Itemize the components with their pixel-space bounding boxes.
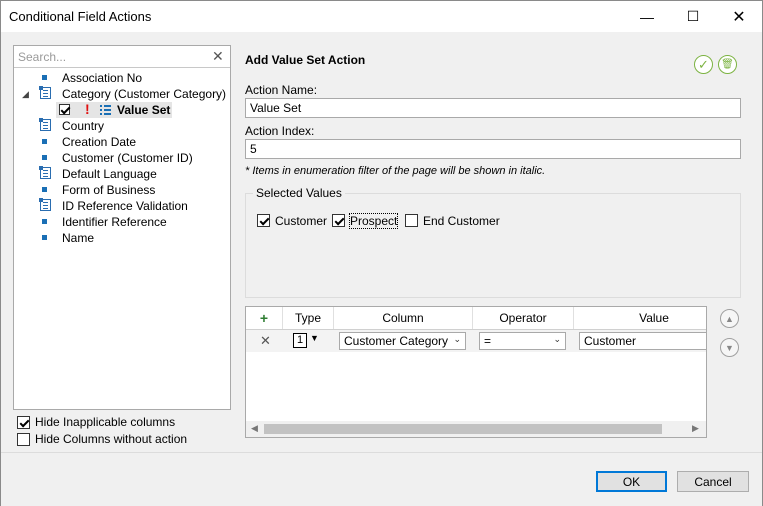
bullet-icon — [42, 139, 47, 144]
type-dropdown-icon[interactable]: ▼ — [310, 333, 319, 343]
warning-icon: ! — [85, 101, 90, 117]
chevron-down-icon: ⌄ — [453, 334, 461, 344]
hide-without-action-label: Hide Columns without action — [35, 432, 188, 446]
tree-item-id-reference-validation[interactable]: ID Reference Validation — [14, 198, 230, 214]
end-customer-checkbox[interactable] — [405, 214, 418, 227]
bullet-icon — [42, 75, 47, 80]
action-name-input[interactable] — [245, 98, 741, 118]
action-index-label: Action Index: — [245, 124, 315, 138]
scrollbar-thumb[interactable] — [264, 424, 662, 434]
tree-item-country[interactable]: Country — [14, 118, 230, 134]
table-row: ✕ 1 ▼ Customer Category ⌄ = ⌄ Customer — [246, 330, 706, 355]
tree-item-value-set[interactable]: ! Value Set — [56, 101, 172, 118]
list-field-icon — [39, 86, 51, 99]
chevron-down-icon: ⌄ — [553, 334, 561, 344]
selected-values-group — [245, 193, 741, 298]
column-column-header: Column — [334, 307, 473, 329]
tree-item-category[interactable]: ◢ Category (Customer Category) — [14, 86, 230, 102]
search-box: ✕ — [14, 46, 230, 68]
search-input[interactable] — [16, 48, 210, 66]
scroll-right-icon[interactable]: ▶ — [692, 423, 699, 434]
cancel-button[interactable]: Cancel — [677, 471, 749, 492]
button-bar: OK Cancel — [1, 452, 762, 506]
tree-item-label: Customer (Customer ID) — [62, 151, 193, 165]
tree-item-label: Association No — [62, 71, 143, 85]
operator-column-header: Operator — [473, 307, 574, 329]
panel-title: Add Value Set Action — [245, 53, 366, 67]
tree-item-label: Name — [62, 231, 95, 245]
tree-item-label: Identifier Reference — [62, 215, 167, 229]
action-name-label: Action Name: — [245, 83, 318, 97]
customer-checkbox[interactable] — [257, 214, 270, 227]
horizontal-scrollbar[interactable]: ◀ ▶ — [246, 421, 706, 437]
move-up-icon[interactable]: ▲ — [720, 309, 739, 328]
end-customer-label: End Customer — [423, 214, 500, 228]
list-field-icon — [39, 166, 51, 179]
clear-search-icon[interactable]: ✕ — [212, 48, 224, 65]
list-field-icon — [39, 198, 51, 211]
tree-item-creation-date[interactable]: Creation Date — [14, 134, 230, 150]
tree-item-label: Default Language — [62, 167, 157, 181]
field-tree-panel: ✕ Association No ◢ Category (Customer Ca… — [13, 45, 231, 410]
operator-select[interactable]: = ⌄ — [479, 332, 566, 350]
window-title: Conditional Field Actions — [9, 9, 152, 24]
expand-arrow-icon[interactable]: ◢ — [22, 86, 29, 102]
tree-item-form-of-business[interactable]: Form of Business — [14, 182, 230, 198]
value-set-checkbox[interactable] — [59, 104, 70, 115]
tree-item-identifier-reference[interactable]: Identifier Reference — [14, 214, 230, 230]
hide-without-action-checkbox[interactable] — [17, 433, 30, 446]
hide-inapplicable-checkbox[interactable] — [17, 416, 30, 429]
hide-inapplicable-label: Hide Inapplicable columns — [35, 415, 176, 429]
type-value[interactable]: 1 — [293, 333, 307, 348]
grid-header: + Type Column Operator Value — [246, 307, 706, 330]
tree-item-default-language[interactable]: Default Language — [14, 166, 230, 182]
tree-item-label: Category (Customer Category) — [62, 87, 227, 101]
move-down-icon[interactable]: ▼ — [720, 338, 739, 357]
bullet-icon — [42, 187, 47, 192]
tree-item-label: Value Set — [117, 103, 171, 117]
confirm-icon[interactable]: ✓ — [694, 55, 713, 74]
tree-item-customer[interactable]: Customer (Customer ID) — [14, 150, 230, 166]
tree-item-label: Country — [62, 119, 105, 133]
value-input-text: Customer — [584, 334, 637, 348]
selected-values-label: Selected Values — [253, 186, 345, 200]
italic-note: * Items in enumeration filter of the pag… — [245, 165, 546, 177]
action-index-input[interactable] — [245, 139, 741, 159]
customer-label: Customer — [275, 214, 328, 228]
dialog-body: ✕ Association No ◢ Category (Customer Ca… — [1, 32, 762, 452]
value-input[interactable]: Customer — [579, 332, 706, 350]
ok-button[interactable]: OK — [596, 471, 667, 492]
tree-item-label: Creation Date — [62, 135, 137, 149]
list-icon — [100, 105, 111, 115]
maximize-icon[interactable]: ☐ — [670, 1, 716, 32]
dialog-window: Conditional Field Actions — ☐ ✕ ✕ Associ… — [0, 0, 763, 506]
column-select[interactable]: Customer Category ⌄ — [339, 332, 466, 350]
title-bar: Conditional Field Actions — ☐ ✕ — [1, 1, 762, 32]
tree-item-label: Form of Business — [62, 183, 156, 197]
tree-item-name[interactable]: Name — [14, 230, 230, 246]
operator-select-value: = — [484, 334, 492, 348]
scroll-left-icon[interactable]: ◀ — [251, 423, 258, 434]
type-column-header: Type — [283, 307, 334, 329]
bullet-icon — [42, 155, 47, 160]
bullet-icon — [42, 219, 47, 224]
tree-item-association-no[interactable]: Association No — [14, 70, 230, 86]
delete-icon[interactable]: 🗑 — [718, 55, 737, 74]
close-icon[interactable]: ✕ — [716, 1, 762, 32]
remove-row-icon[interactable]: ✕ — [260, 333, 271, 355]
bullet-icon — [42, 235, 47, 240]
condition-grid: + Type Column Operator Value ✕ 1 ▼ Custo… — [245, 306, 707, 438]
prospect-label: Prospect — [348, 213, 399, 229]
value-column-header: Value — [639, 311, 669, 325]
minimize-icon[interactable]: — — [624, 1, 670, 32]
list-field-icon — [39, 118, 51, 131]
column-select-value: Customer Category — [344, 334, 449, 348]
add-row-icon[interactable]: + — [246, 307, 283, 329]
prospect-checkbox[interactable] — [332, 214, 345, 227]
tree-item-label: ID Reference Validation — [62, 199, 188, 213]
